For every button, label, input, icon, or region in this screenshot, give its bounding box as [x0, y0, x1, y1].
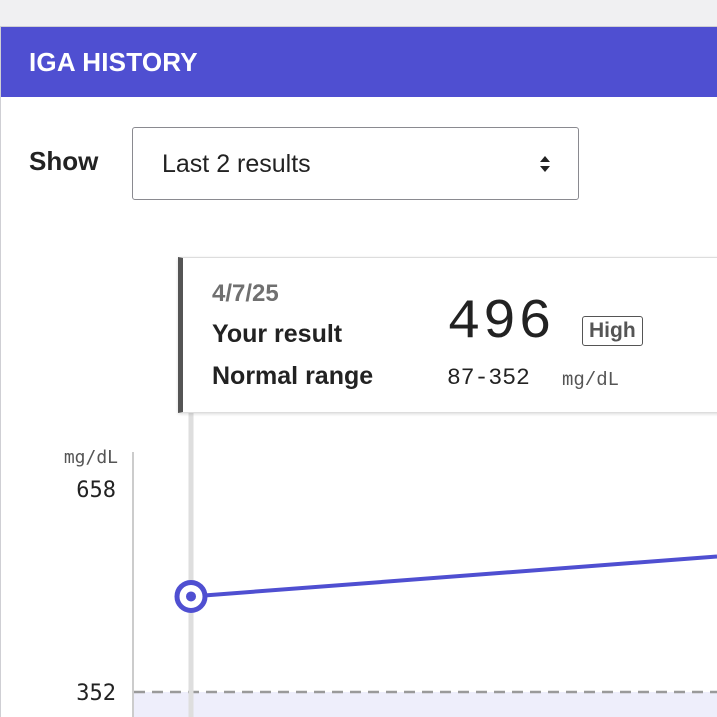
high-flag-badge: High [582, 316, 643, 346]
result-date: 4/7/25 [212, 280, 279, 307]
normal-range-band [134, 692, 717, 717]
y-tick-label-bottom: 352 [76, 681, 116, 706]
result-tooltip: 4/7/25 Your result Normal range 496 High… [178, 257, 717, 413]
data-point-core [186, 591, 196, 602]
series-line [190, 554, 717, 599]
normal-range-value: 87-352 [447, 365, 530, 391]
normal-range-label: Normal range [212, 362, 374, 390]
normal-range-unit: mg/dL [562, 369, 620, 391]
your-result-label: Your result [212, 320, 343, 348]
result-value: 496 [447, 290, 554, 354]
y-tick-label-top: 658 [76, 478, 116, 503]
y-axis-unit-label: mg/dL [64, 447, 118, 468]
